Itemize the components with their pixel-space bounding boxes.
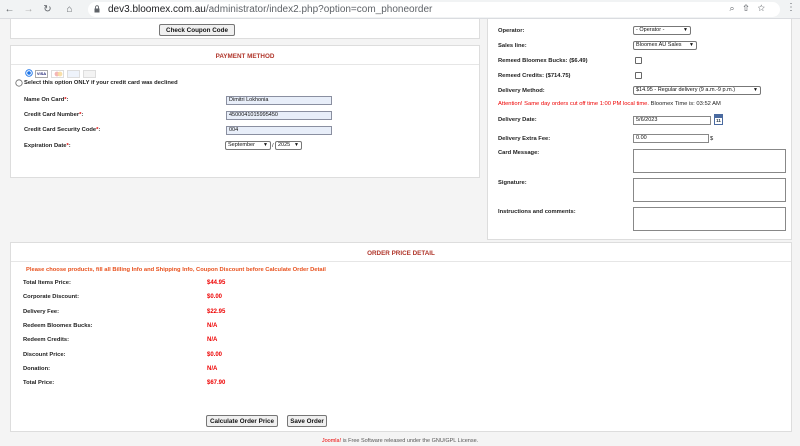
payment-method-title: PAYMENT METHOD (215, 53, 275, 60)
address-bar[interactable]: dev3.bloomex.com.au/administrator/index2… (88, 2, 780, 17)
check-coupon-button[interactable]: Check Coupon Code (159, 24, 235, 36)
price-row-label: Discount Price: (23, 351, 66, 358)
name-on-card-label: Name On Card*: (24, 97, 69, 103)
url-text: dev3.bloomex.com.au/administrator/index2… (108, 4, 433, 15)
sales-line-select[interactable]: Bloomex AU Sales ▼ (633, 41, 697, 50)
sales-line-label: Sales line: (498, 43, 527, 49)
address-bar-actions[interactable]: ⌕⇧☆ (730, 3, 775, 14)
operator-select[interactable]: - Operator - ▼ (633, 26, 691, 35)
price-row-value: N/A (207, 322, 218, 329)
delivery-method-label: Delivery Method: (498, 88, 545, 94)
coupon-panel: Check Coupon Code (10, 19, 480, 39)
price-row-value: $0.00 (207, 294, 223, 301)
chevron-down-icon: ▼ (683, 27, 688, 33)
extra-fee-unit: $ (710, 136, 714, 142)
expiration-year-select[interactable]: 2025 ▼ (275, 141, 302, 150)
order-info-panel: Operator: - Operator - ▼ Sales line: Bloo… (487, 19, 792, 240)
extra-fee-label: Delivery Extra Fee: (498, 136, 551, 142)
home-icon[interactable]: ⌂ (63, 3, 76, 16)
declined-option-label: Select this option ONLY if your credit c… (24, 80, 178, 86)
operator-label: Operator: (498, 28, 525, 34)
lock-icon[interactable] (94, 5, 100, 13)
price-row-value: $0.00 (207, 351, 223, 358)
delivery-method-select[interactable]: $14.95 - Regular delivery (9 a.m.-9 p.m.… (633, 86, 761, 95)
forward-icon[interactable]: → (22, 3, 35, 16)
order-price-title: ORDER PRICE DETAIL (367, 250, 435, 257)
chevron-down-icon: ▼ (263, 142, 268, 148)
card-type-radio[interactable] (25, 69, 33, 77)
price-row-value: $67.90 (207, 380, 226, 387)
signature-label: Signature: (498, 180, 527, 186)
extra-fee-input[interactable]: 0.00 (633, 134, 709, 143)
reload-icon[interactable]: ↻ (41, 3, 54, 16)
discover-icon (83, 70, 96, 78)
chevron-down-icon: ▼ (294, 142, 299, 148)
save-order-button[interactable]: Save Order (287, 415, 327, 427)
delivery-date-input[interactable]: 5/6/2023 (633, 116, 711, 125)
order-price-panel: ORDER PRICE DETAIL Please choose product… (10, 242, 792, 432)
price-row-label: Total Items Price: (23, 280, 71, 286)
chevron-down-icon: ▼ (753, 87, 758, 93)
expiration-month-select[interactable]: September ▼ (225, 141, 271, 150)
price-row-value: $44.95 (207, 280, 226, 286)
security-code-input[interactable]: 004 (226, 126, 332, 135)
card-message-label: Card Message: (498, 150, 540, 156)
price-row-label: Donation: (23, 365, 51, 372)
instructions-textarea[interactable] (633, 207, 786, 231)
divider (11, 261, 791, 262)
zoom-icon[interactable]: ⌕ (730, 3, 744, 13)
price-row-label: Corporate Discount: (23, 294, 80, 301)
payment-method-panel: PAYMENT METHOD VISA Select this option O… (10, 45, 480, 178)
redeem-credits-checkbox[interactable] (635, 72, 642, 79)
instructions-label: Instructions and comments: (498, 209, 576, 215)
mastercard-icon (51, 70, 64, 78)
calendar-icon[interactable]: 11 (714, 114, 723, 125)
amex-icon (67, 70, 80, 78)
price-row-value: $22.95 (207, 308, 226, 315)
back-icon[interactable]: ← (3, 3, 16, 16)
price-row-label: Delivery Fee: (23, 308, 60, 315)
star-icon[interactable]: ☆ (758, 3, 774, 13)
expiration-label: Expiration Date*: (24, 143, 71, 149)
share-icon[interactable]: ⇧ (744, 3, 758, 13)
visa-icon: VISA (35, 70, 48, 78)
price-row-label: Redeem Credits: (23, 337, 70, 344)
redeem-credits-label: Remeed Credits: ($714.75) (498, 73, 571, 79)
footer: Joomla! is Free Software released under … (321, 438, 479, 444)
divider (11, 64, 479, 65)
price-row-value: N/A (207, 365, 218, 372)
card-message-textarea[interactable] (633, 149, 786, 173)
browser-toolbar: ← → ↻ ⌂ dev3.bloomex.com.au/administrato… (0, 0, 800, 19)
redeem-bucks-checkbox[interactable] (635, 57, 642, 64)
declined-card-radio[interactable] (15, 79, 23, 87)
signature-textarea[interactable] (633, 178, 786, 202)
page-content: Check Coupon Code PAYMENT METHOD VISA Se… (0, 19, 800, 446)
card-number-input[interactable]: 4500041015995450 (226, 111, 332, 120)
card-number-label: Credit Card Number*: (24, 112, 84, 118)
redeem-bucks-label: Remeed Bloomex Bucks: ($6.49) (498, 58, 588, 64)
security-code-label: Credit Card Security Code*: (24, 127, 101, 133)
price-row-value: N/A (207, 337, 218, 344)
joomla-link[interactable]: Joomla! (322, 438, 341, 444)
calculate-order-button[interactable]: Calculate Order Price (206, 415, 278, 427)
delivery-notice: Attention! Same day orders cut off time … (498, 101, 721, 107)
expiration-separator: / (272, 143, 274, 149)
delivery-date-label: Delivery Date: (498, 117, 537, 123)
menu-icon[interactable]: ⋮ (786, 2, 796, 13)
chevron-down-icon: ▼ (689, 42, 694, 48)
order-notice: Please choose products, fill all Billing… (26, 267, 326, 273)
name-on-card-input[interactable]: Dimitri Lokhonia (226, 96, 332, 105)
price-row-label: Redeem Bloomex Bucks: (23, 322, 93, 329)
price-row-label: Total Price: (23, 380, 55, 387)
